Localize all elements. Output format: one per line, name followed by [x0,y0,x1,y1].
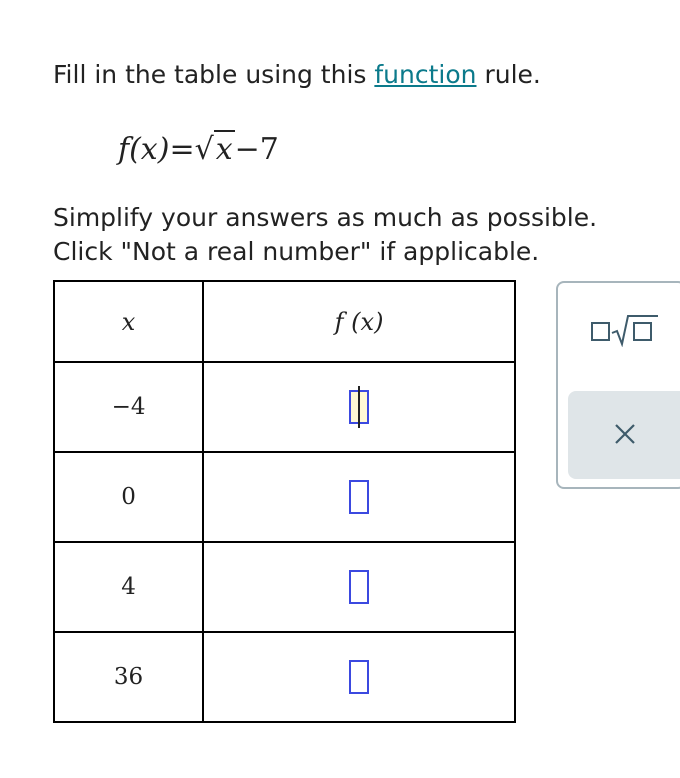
answer-cell [202,361,516,453]
radical-sign: √ [194,132,214,167]
table-header-row: x f (x) [52,280,516,363]
radicand: x [213,130,235,167]
simplify-line-1: Simplify your answers as much as possibl… [53,203,598,232]
math-tool-panel [556,281,680,489]
answer-cell [202,631,516,723]
instruction-text: Fill in the table using this function ru… [53,58,541,92]
header-f: f (x) [202,280,516,363]
formula-equals: = [169,132,195,167]
close-icon [615,424,635,444]
instruction-prefix: Fill in the table using this [53,60,375,89]
x-value: 0 [52,451,205,543]
simplify-line-2: Click "Not a real number" if applicable. [53,237,540,266]
function-link[interactable]: function [374,60,476,89]
table-row: 0 [52,451,516,543]
square-root-button[interactable] [590,313,660,348]
formula-lhs: f(x) [118,132,170,167]
answer-input[interactable] [349,570,370,604]
function-rule: f(x)=√x−7 [118,130,279,170]
formula-tail: −7 [234,132,279,167]
answer-cell [202,451,516,543]
answer-input[interactable] [349,386,370,428]
answer-input[interactable] [349,480,370,514]
instruction-suffix: rule. [476,60,541,89]
radical: √x [195,130,235,170]
function-table: x f (x) −4 0 4 36 [52,280,516,723]
table-row: 36 [52,631,516,723]
simplify-instructions: Simplify your answers as much as possibl… [53,201,597,269]
header-x: x [52,280,205,363]
table-row: −4 [52,361,516,453]
x-value: 36 [52,631,205,723]
x-value: 4 [52,541,205,633]
answer-cell [202,541,516,633]
answer-input[interactable] [349,660,370,694]
clear-button[interactable] [568,391,680,479]
table-row: 4 [52,541,516,633]
square-root-icon [591,315,658,348]
x-value: −4 [52,361,205,453]
